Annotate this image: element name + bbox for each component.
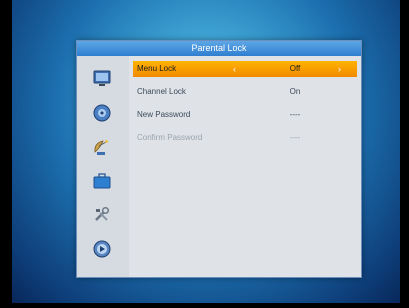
media-icon[interactable] xyxy=(92,240,112,258)
settings-list: Menu Lock ‹ Off › Channel Lock On New Pa… xyxy=(129,56,361,277)
dialog-title: Parental Lock xyxy=(77,41,361,56)
confirm-password-row: Confirm Password ---- xyxy=(133,130,357,146)
confirm-password-value: ---- xyxy=(289,133,301,142)
channel-lock-row[interactable]: Channel Lock On xyxy=(133,84,357,100)
monitor-icon[interactable] xyxy=(92,70,112,88)
menu-sidebar xyxy=(77,56,129,277)
new-password-row[interactable]: New Password ---- xyxy=(133,107,357,123)
right-arrow-icon[interactable]: › xyxy=(338,61,341,77)
menu-lock-value: Off xyxy=(289,64,301,73)
new-password-label: New Password xyxy=(137,110,191,119)
left-arrow-icon[interactable]: ‹ xyxy=(233,61,236,77)
menu-lock-label: Menu Lock xyxy=(137,64,177,73)
channel-lock-value: On xyxy=(289,87,301,96)
channel-lock-label: Channel Lock xyxy=(137,87,186,96)
parental-lock-dialog: Parental Lock Menu Lock ‹ Off › Channel … xyxy=(76,40,362,278)
briefcase-icon[interactable] xyxy=(92,172,112,190)
new-password-value: ---- xyxy=(289,110,301,119)
menu-lock-row[interactable]: Menu Lock ‹ Off › xyxy=(133,61,357,77)
tv-screen: Parental Lock Menu Lock ‹ Off › Channel … xyxy=(12,0,400,303)
tools-icon[interactable] xyxy=(92,206,112,224)
satellite-dish-icon[interactable] xyxy=(92,138,112,156)
confirm-password-label: Confirm Password xyxy=(137,133,203,142)
disc-icon[interactable] xyxy=(92,104,112,122)
